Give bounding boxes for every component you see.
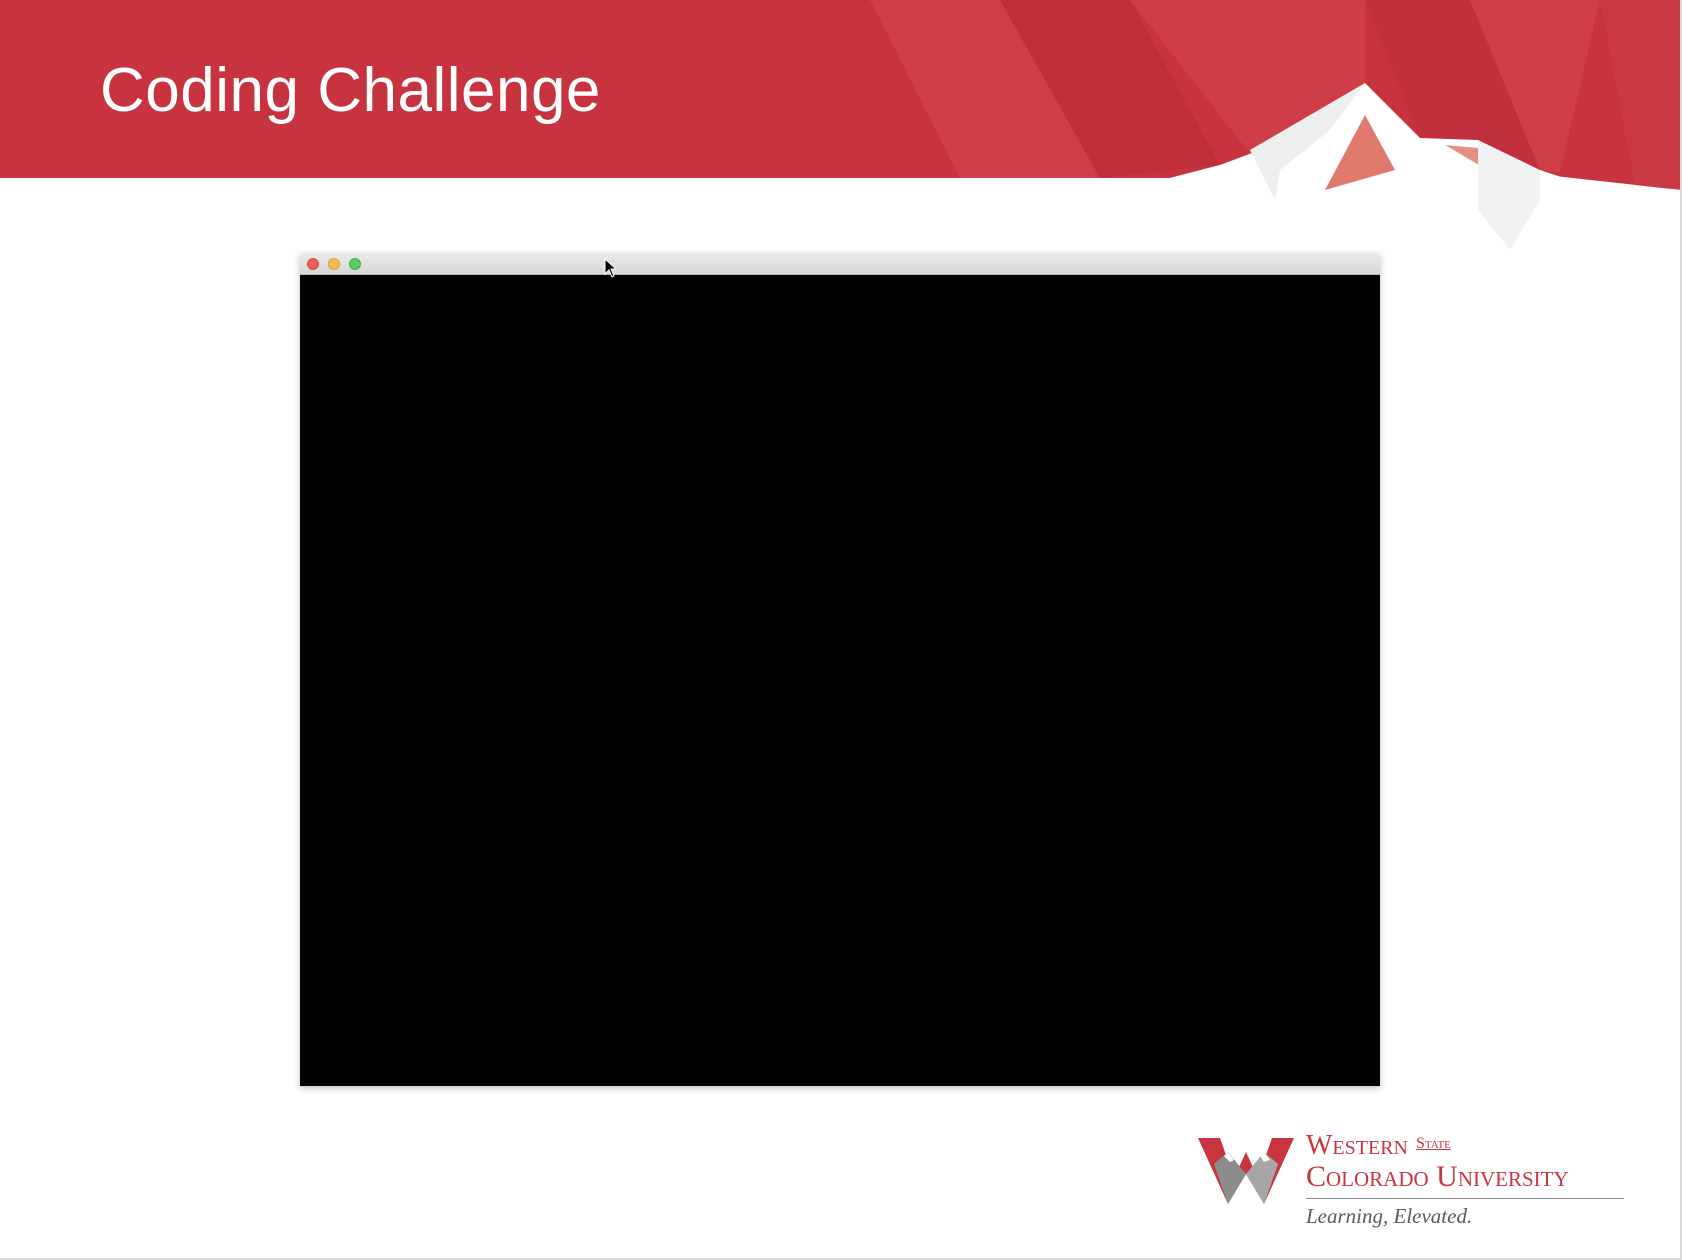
logo-tagline: Learning, Elevated.: [1306, 1204, 1473, 1228]
w-mountain-logo-icon: [1198, 1138, 1294, 1204]
window-minimize-button[interactable]: [328, 258, 340, 270]
window-zoom-button[interactable]: [349, 258, 361, 270]
window-close-button[interactable]: [307, 258, 319, 270]
mouse-cursor-icon: [604, 258, 618, 278]
logo-divider: [1306, 1198, 1624, 1199]
logo-line-1: Western State: [1306, 1130, 1451, 1162]
program-canvas[interactable]: [300, 275, 1380, 1086]
logo-state-text: State: [1415, 1135, 1451, 1152]
logo-western-text: Western: [1306, 1130, 1408, 1161]
app-window[interactable]: [300, 253, 1380, 1086]
mountain-peak-icon: [0, 0, 1682, 260]
window-titlebar[interactable]: [300, 253, 1380, 275]
header-banner: [0, 0, 1682, 260]
logo-line-2: Colorado University: [1306, 1160, 1569, 1193]
university-logo: Western State Colorado University Learnin…: [1198, 1130, 1628, 1230]
slide-title: Coding Challenge: [100, 56, 601, 125]
